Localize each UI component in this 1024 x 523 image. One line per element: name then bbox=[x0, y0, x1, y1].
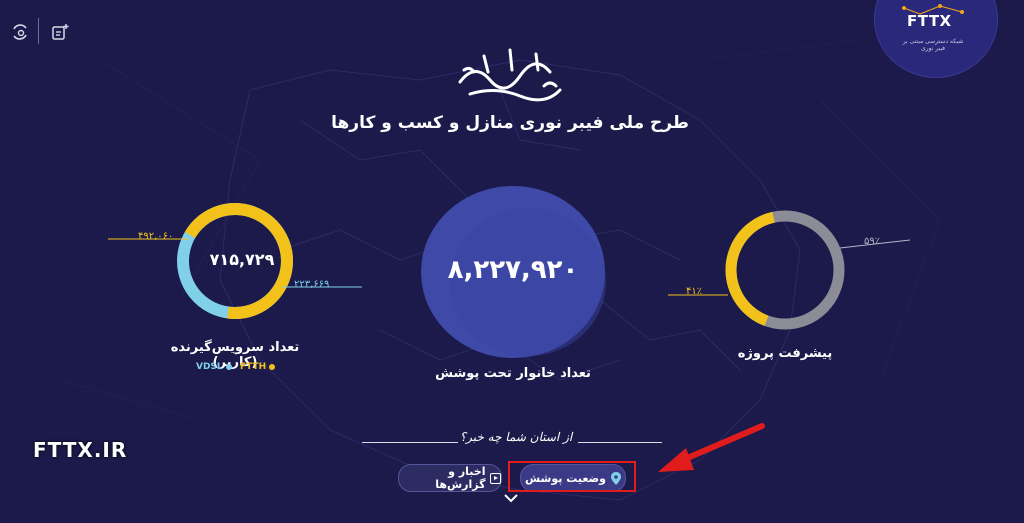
fttx-logo-text: FTTX bbox=[907, 12, 952, 30]
toolbar-separator bbox=[38, 18, 39, 44]
remaining-leader-line bbox=[840, 239, 910, 249]
donut-segment-done bbox=[725, 210, 845, 330]
page-title: طرح ملی فیبر نوری منازل و کسب و کارها bbox=[331, 113, 689, 133]
news-reports-button[interactable]: اخبار و گزارش‌ها bbox=[398, 464, 502, 492]
site-watermark: FTTX.IR bbox=[33, 438, 128, 462]
progress-chart-label: پیشرفت پروژه bbox=[737, 346, 833, 361]
slogan-calligraphy-logo bbox=[458, 48, 562, 102]
users-chart-label: تعداد سرویس‌گیرنده (کاربر) bbox=[170, 340, 300, 370]
settings-cycle-icon[interactable] bbox=[10, 22, 30, 42]
highlight-box bbox=[508, 461, 636, 492]
legend-ftth-dot bbox=[269, 363, 276, 370]
households-covered-label: تعداد خانوار تحت پوشش bbox=[435, 366, 591, 381]
legend-vdsl: VDSL bbox=[196, 362, 232, 372]
province-news-question: از استان شما چه خبر؟ bbox=[459, 430, 573, 444]
ftth-leader-line bbox=[108, 238, 188, 240]
play-square-icon bbox=[490, 472, 501, 484]
done-leader-line bbox=[668, 294, 728, 296]
red-arrow-annotation bbox=[658, 423, 765, 472]
divider-left bbox=[362, 442, 458, 443]
progress-donut-chart bbox=[725, 210, 845, 330]
users-total-value: ۷۱۵,۷۲۹ bbox=[209, 250, 275, 269]
chevron-down-icon[interactable] bbox=[503, 492, 519, 504]
vdsl-leader-line bbox=[282, 286, 362, 288]
households-covered-value: ۸,۲۲۷,۹۲۰ bbox=[447, 255, 579, 285]
legend-ftth: FTTH bbox=[240, 362, 276, 372]
news-reports-label: اخبار و گزارش‌ها bbox=[435, 465, 486, 491]
add-note-icon[interactable] bbox=[50, 22, 70, 42]
fttx-logo-subtitle: شبکه دسترسی مبتنی بر فیبر نوری bbox=[902, 38, 964, 52]
legend-vdsl-dot bbox=[225, 363, 232, 370]
